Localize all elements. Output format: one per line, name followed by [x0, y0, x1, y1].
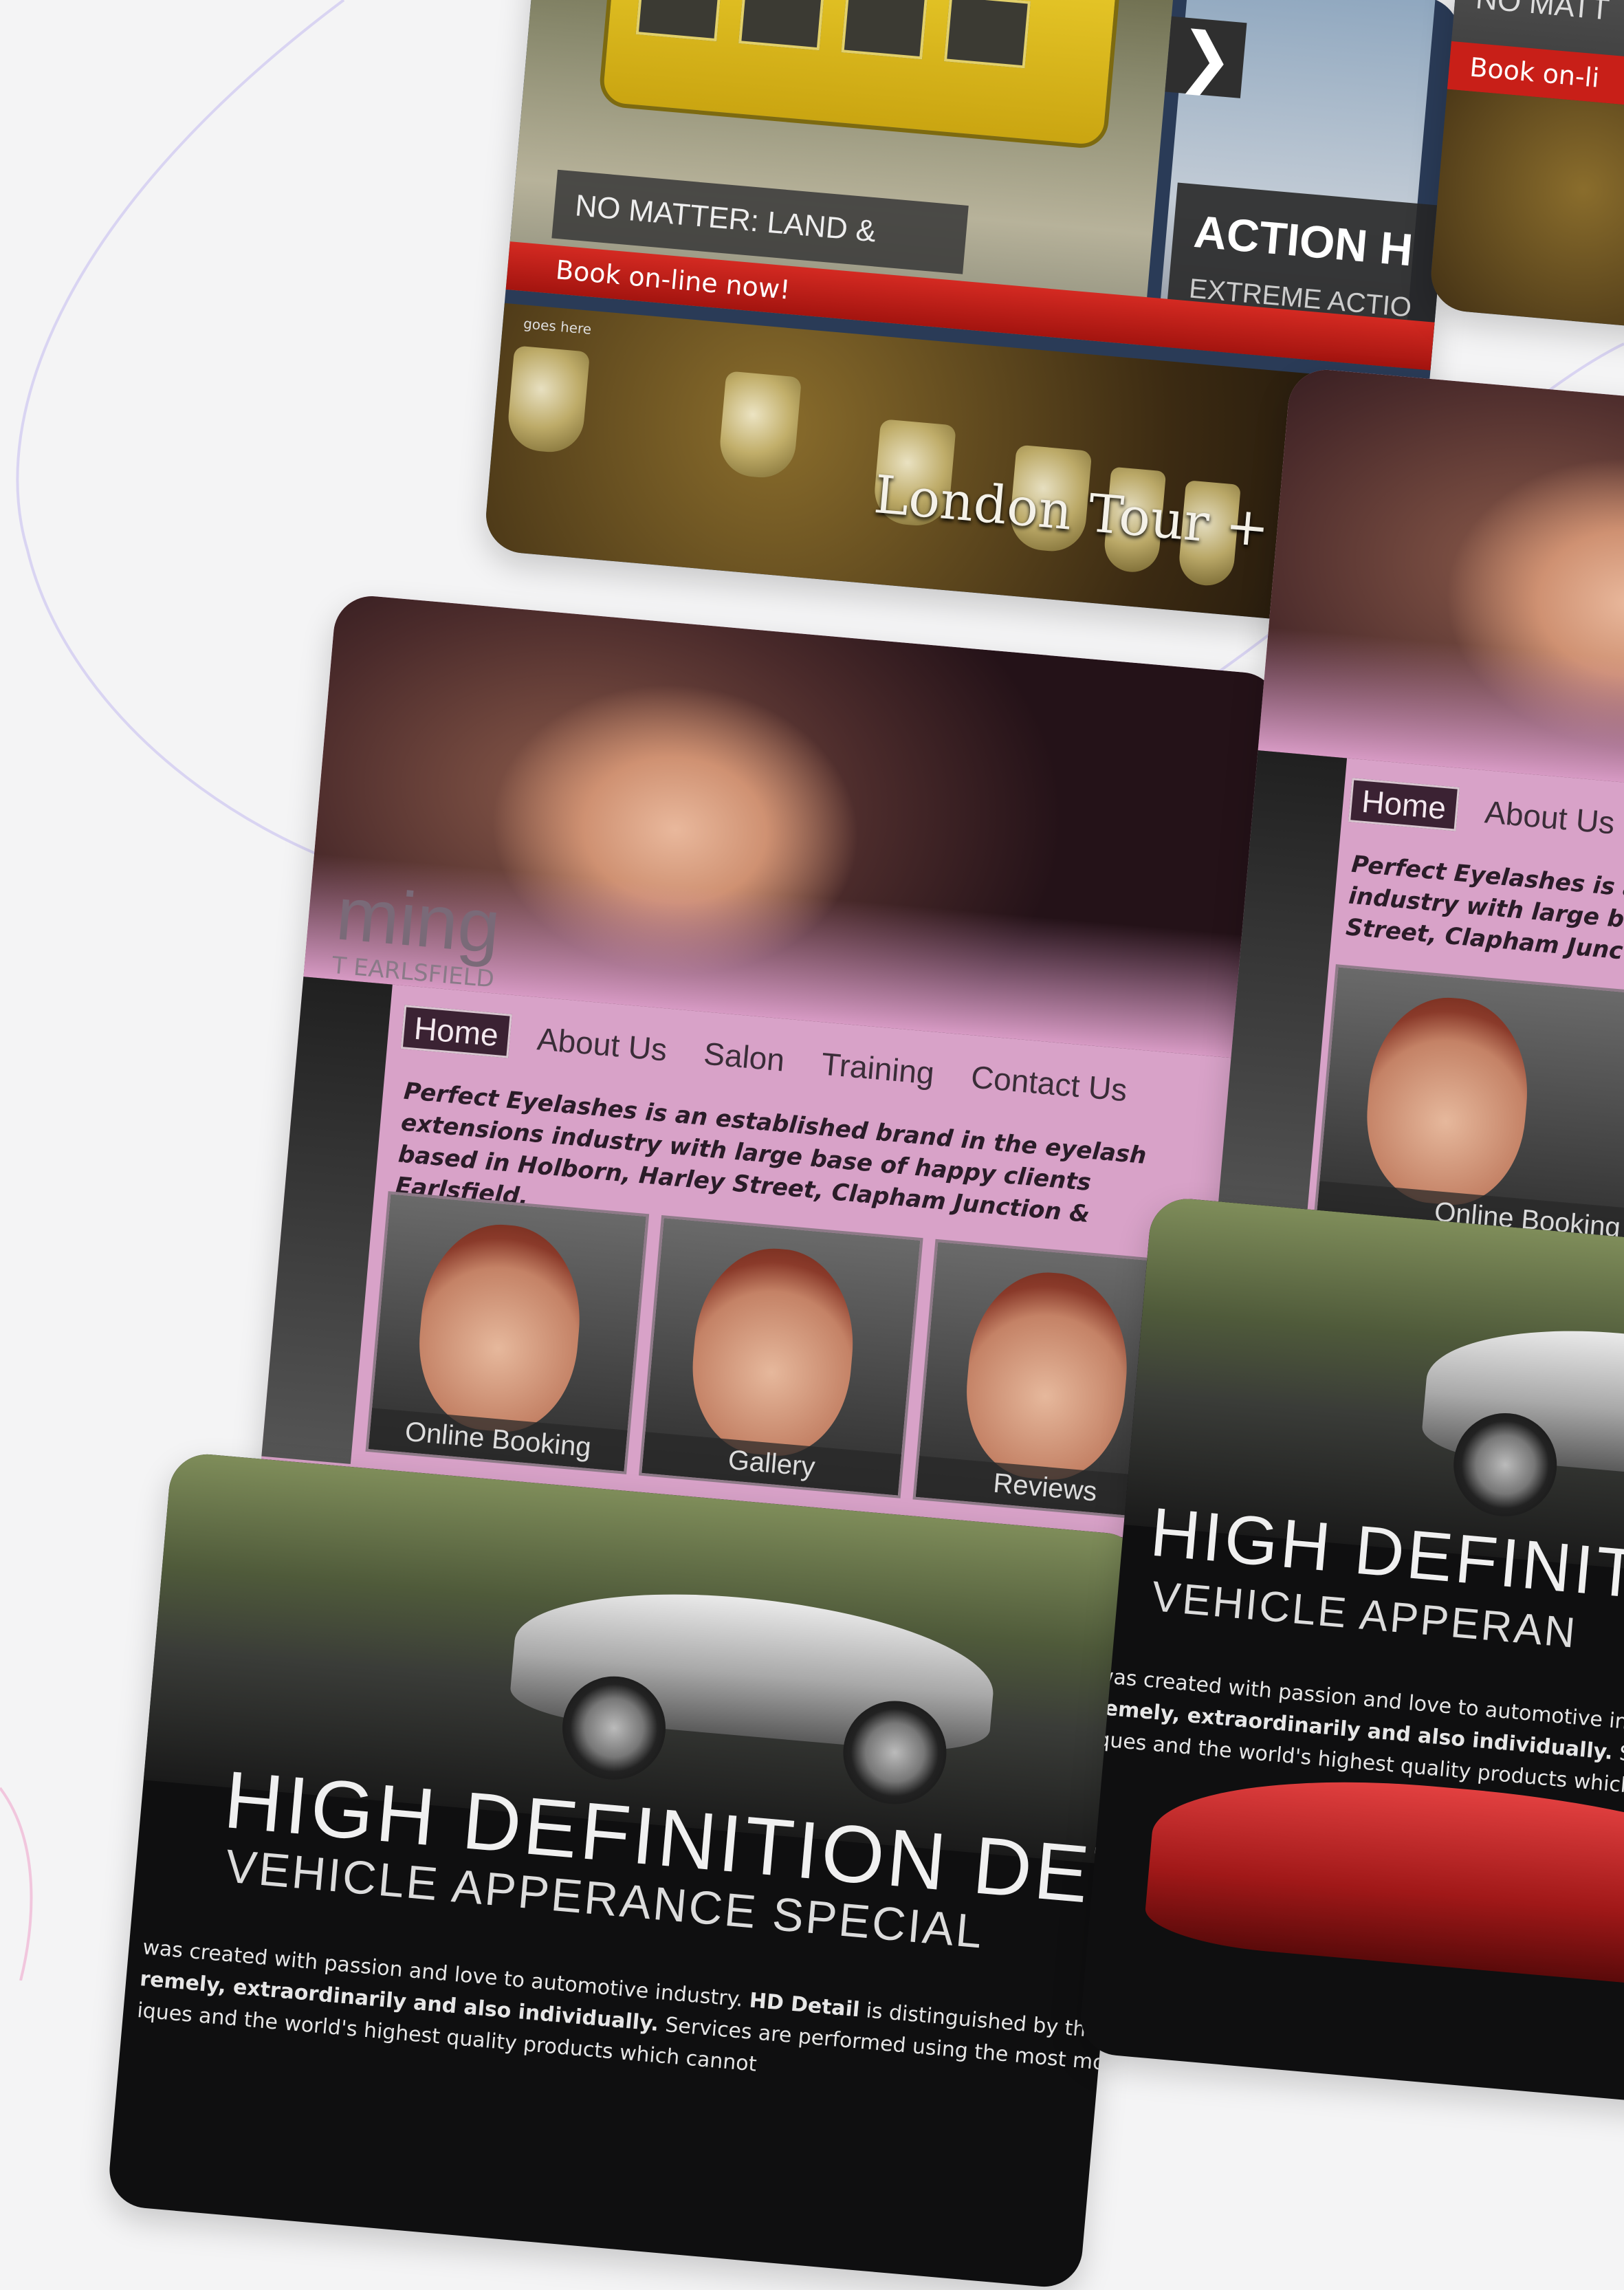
car-body-text: was created with passion and love to aut… [136, 1935, 1119, 2077]
next-slide-arrow-icon[interactable]: ❯ [1165, 16, 1247, 98]
nav-contact-us[interactable]: Contact Us [960, 1056, 1139, 1111]
salon-website-card[interactable]: ming T EARLSFIELD Home About Us Salon Tr… [258, 593, 1282, 1580]
nav-about-us[interactable]: About Us [526, 1018, 678, 1071]
car-detailing-card-partial[interactable]: HIGH DEFINIT VEHICLE APPERAN was created… [1077, 1195, 1624, 2113]
nav-about-us[interactable]: About Us [1473, 791, 1624, 844]
red-car-photo [1142, 1762, 1624, 2000]
tile-online-booking[interactable]: Online Booking [365, 1191, 650, 1474]
nav-home[interactable]: Home [400, 1005, 512, 1058]
nav-salon[interactable]: Salon [692, 1032, 795, 1080]
yellow-boat [597, 0, 1122, 151]
tile-gallery[interactable]: Gallery [639, 1214, 923, 1498]
action-title: ACTION H [1192, 205, 1415, 276]
car-detailing-card[interactable]: HIGH DEFINITION DET VEHICLE APPERANCE SP… [106, 1451, 1145, 2290]
london-tour-card-partial[interactable]: NO MATT Book on-li [1427, 0, 1624, 351]
nav-home[interactable]: Home [1348, 778, 1460, 831]
nav-training[interactable]: Training [810, 1043, 945, 1094]
salon-intro-text-partial: Perfect Eyelashes is an esta industry wi… [1344, 850, 1624, 974]
